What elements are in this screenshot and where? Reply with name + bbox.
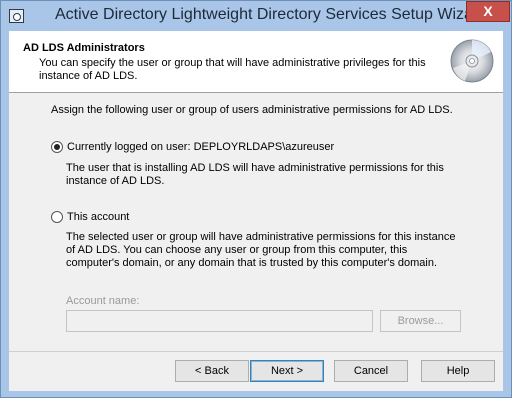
option-current-user-label[interactable]: Currently logged on user: DEPLOYRLDAPS\a… (67, 141, 334, 154)
account-name-input[interactable] (66, 310, 373, 332)
page-subtitle: You can specify the user or group that w… (39, 57, 426, 82)
radio-current-user[interactable] (51, 141, 63, 153)
option-this-account-description: The selected user or group will have adm… (66, 231, 456, 269)
app-icon[interactable] (9, 9, 24, 23)
next-button[interactable]: Next > (250, 360, 324, 382)
setup-wizard-window: Active Directory Lightweight Directory S… (0, 0, 512, 398)
wizard-header: AD LDS Administrators You can specify th… (9, 31, 503, 93)
back-button[interactable]: < Back (175, 360, 249, 382)
window-title: Active Directory Lightweight Directory S… (55, 6, 488, 23)
option-current-user-description: The user that is installing AD LDS will … (66, 162, 444, 187)
cancel-button[interactable]: Cancel (334, 360, 408, 382)
option-this-account-label[interactable]: This account (67, 211, 129, 224)
account-name-label: Account name: (66, 295, 140, 307)
page-title: AD LDS Administrators (23, 42, 145, 54)
instruction-text: Assign the following user or group of us… (51, 104, 453, 116)
title-bar[interactable]: Active Directory Lightweight Directory S… (1, 1, 511, 31)
help-button[interactable]: Help (421, 360, 495, 382)
wizard-content: AD LDS Administrators You can specify th… (9, 31, 503, 391)
cd-disc-icon (450, 39, 494, 83)
close-button[interactable]: X (466, 1, 510, 22)
browse-button[interactable]: Browse... (380, 310, 461, 332)
footer-divider (9, 351, 503, 352)
radio-this-account[interactable] (51, 211, 63, 223)
